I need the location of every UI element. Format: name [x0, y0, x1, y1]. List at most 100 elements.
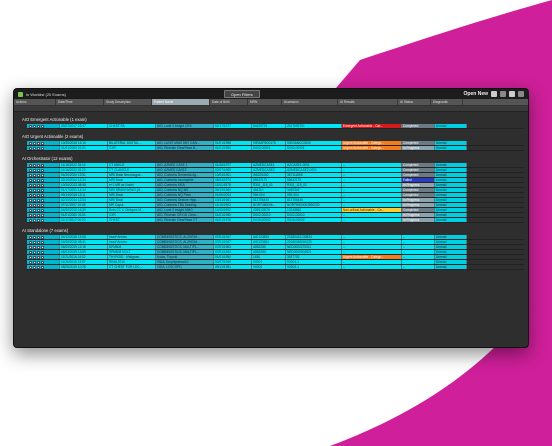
action-icon[interactable] [37, 235, 40, 239]
action-icon[interactable] [41, 198, 44, 202]
action-icon[interactable] [37, 141, 40, 145]
action-icon[interactable] [37, 255, 40, 259]
action-icon[interactable] [29, 240, 32, 244]
action-icon[interactable] [33, 218, 36, 222]
column-header[interactable]: Patient Name [152, 99, 210, 105]
column-header[interactable]: Diagnostic [431, 99, 463, 105]
open-new-button[interactable]: Open New [464, 91, 488, 97]
row-actions[interactable] [27, 265, 60, 269]
action-icon[interactable] [41, 235, 44, 239]
action-icon[interactable] [29, 146, 32, 150]
action-icon[interactable] [41, 188, 44, 192]
row-actions[interactable] [27, 193, 60, 197]
row-actions[interactable] [27, 213, 60, 217]
action-icon[interactable] [37, 213, 40, 217]
action-icon[interactable] [41, 193, 44, 197]
edit-icon[interactable] [500, 91, 506, 97]
action-icon[interactable] [37, 168, 40, 172]
row-actions[interactable] [27, 235, 60, 239]
action-icon[interactable] [33, 178, 36, 182]
action-icon[interactable] [33, 141, 36, 145]
action-icon[interactable] [37, 178, 40, 182]
row-actions[interactable] [27, 141, 60, 145]
action-icon[interactable] [33, 255, 36, 259]
action-icon[interactable] [29, 124, 32, 128]
filter-row[interactable] [14, 106, 528, 112]
table-row[interactable]: 09/27/2017 15:47 CHEST PA AIO, Lunit 3 Ins… [27, 124, 524, 129]
column-header[interactable]: AI Results [338, 99, 398, 105]
action-icon[interactable] [41, 146, 44, 150]
action-icon[interactable] [37, 265, 40, 269]
action-icon[interactable] [41, 141, 44, 145]
action-icon[interactable] [41, 208, 44, 212]
column-header[interactable]: Accession [282, 99, 338, 105]
action-icon[interactable] [29, 255, 32, 259]
group-header[interactable]: AIO Urgent Actionable (2 exams) [18, 133, 524, 141]
action-icon[interactable] [33, 213, 36, 217]
action-icon[interactable] [33, 168, 36, 172]
row-actions[interactable] [27, 208, 60, 212]
action-icon[interactable] [29, 213, 32, 217]
action-icon[interactable] [41, 218, 44, 222]
action-icon[interactable] [29, 265, 32, 269]
action-icon[interactable] [37, 198, 40, 202]
column-header[interactable]: Actions [14, 99, 56, 105]
action-icon[interactable] [29, 141, 32, 145]
action-icon[interactable] [33, 146, 36, 150]
action-icon[interactable] [33, 250, 36, 254]
action-icon[interactable] [29, 218, 32, 222]
row-actions[interactable] [27, 183, 60, 187]
column-header[interactable]: Date/Time [56, 99, 104, 105]
row-actions[interactable] [27, 163, 60, 167]
row-actions[interactable] [27, 124, 60, 128]
action-icon[interactable] [41, 255, 44, 259]
row-actions[interactable] [27, 245, 60, 249]
action-icon[interactable] [37, 260, 40, 264]
row-actions[interactable] [27, 146, 60, 150]
row-actions[interactable] [27, 188, 60, 192]
action-icon[interactable] [37, 245, 40, 249]
action-icon[interactable] [37, 188, 40, 192]
action-icon[interactable] [29, 235, 32, 239]
action-icon[interactable] [41, 213, 44, 217]
action-icon[interactable] [37, 240, 40, 244]
group-header[interactable]: AI Orchestrator (12 exams) [18, 155, 524, 163]
action-icon[interactable] [29, 250, 32, 254]
row-actions[interactable] [27, 203, 60, 207]
user-icon[interactable] [491, 91, 497, 97]
action-icon[interactable] [41, 178, 44, 182]
row-actions[interactable] [27, 250, 60, 254]
row-actions[interactable] [27, 240, 60, 244]
row-actions[interactable] [27, 173, 60, 177]
action-icon[interactable] [37, 173, 40, 177]
action-icon[interactable] [33, 198, 36, 202]
column-header[interactable]: AI Status [398, 99, 431, 105]
action-icon[interactable] [37, 163, 40, 167]
action-icon[interactable] [33, 245, 36, 249]
column-header[interactable]: Date of Birth [210, 99, 248, 105]
action-icon[interactable] [41, 168, 44, 172]
action-icon[interactable] [37, 208, 40, 212]
action-icon[interactable] [29, 198, 32, 202]
open-filters-button[interactable]: Open Filters [224, 90, 260, 98]
action-icon[interactable] [29, 183, 32, 187]
row-actions[interactable] [27, 178, 60, 182]
action-icon[interactable] [33, 124, 36, 128]
action-icon[interactable] [33, 163, 36, 167]
action-icon[interactable] [29, 168, 32, 172]
action-icon[interactable] [33, 188, 36, 192]
action-icon[interactable] [33, 173, 36, 177]
action-icon[interactable] [37, 146, 40, 150]
action-icon[interactable] [37, 193, 40, 197]
row-actions[interactable] [27, 255, 60, 259]
close-icon[interactable] [518, 91, 524, 97]
action-icon[interactable] [29, 208, 32, 212]
table-row[interactable]: 08/26/2019 10:28 CT CHEST FOR LDC... VIDA,… [27, 265, 524, 270]
action-icon[interactable] [37, 218, 40, 222]
row-actions[interactable] [27, 260, 60, 264]
action-icon[interactable] [41, 173, 44, 177]
action-icon[interactable] [29, 203, 32, 207]
action-icon[interactable] [33, 193, 36, 197]
action-icon[interactable] [41, 124, 44, 128]
action-icon[interactable] [33, 260, 36, 264]
